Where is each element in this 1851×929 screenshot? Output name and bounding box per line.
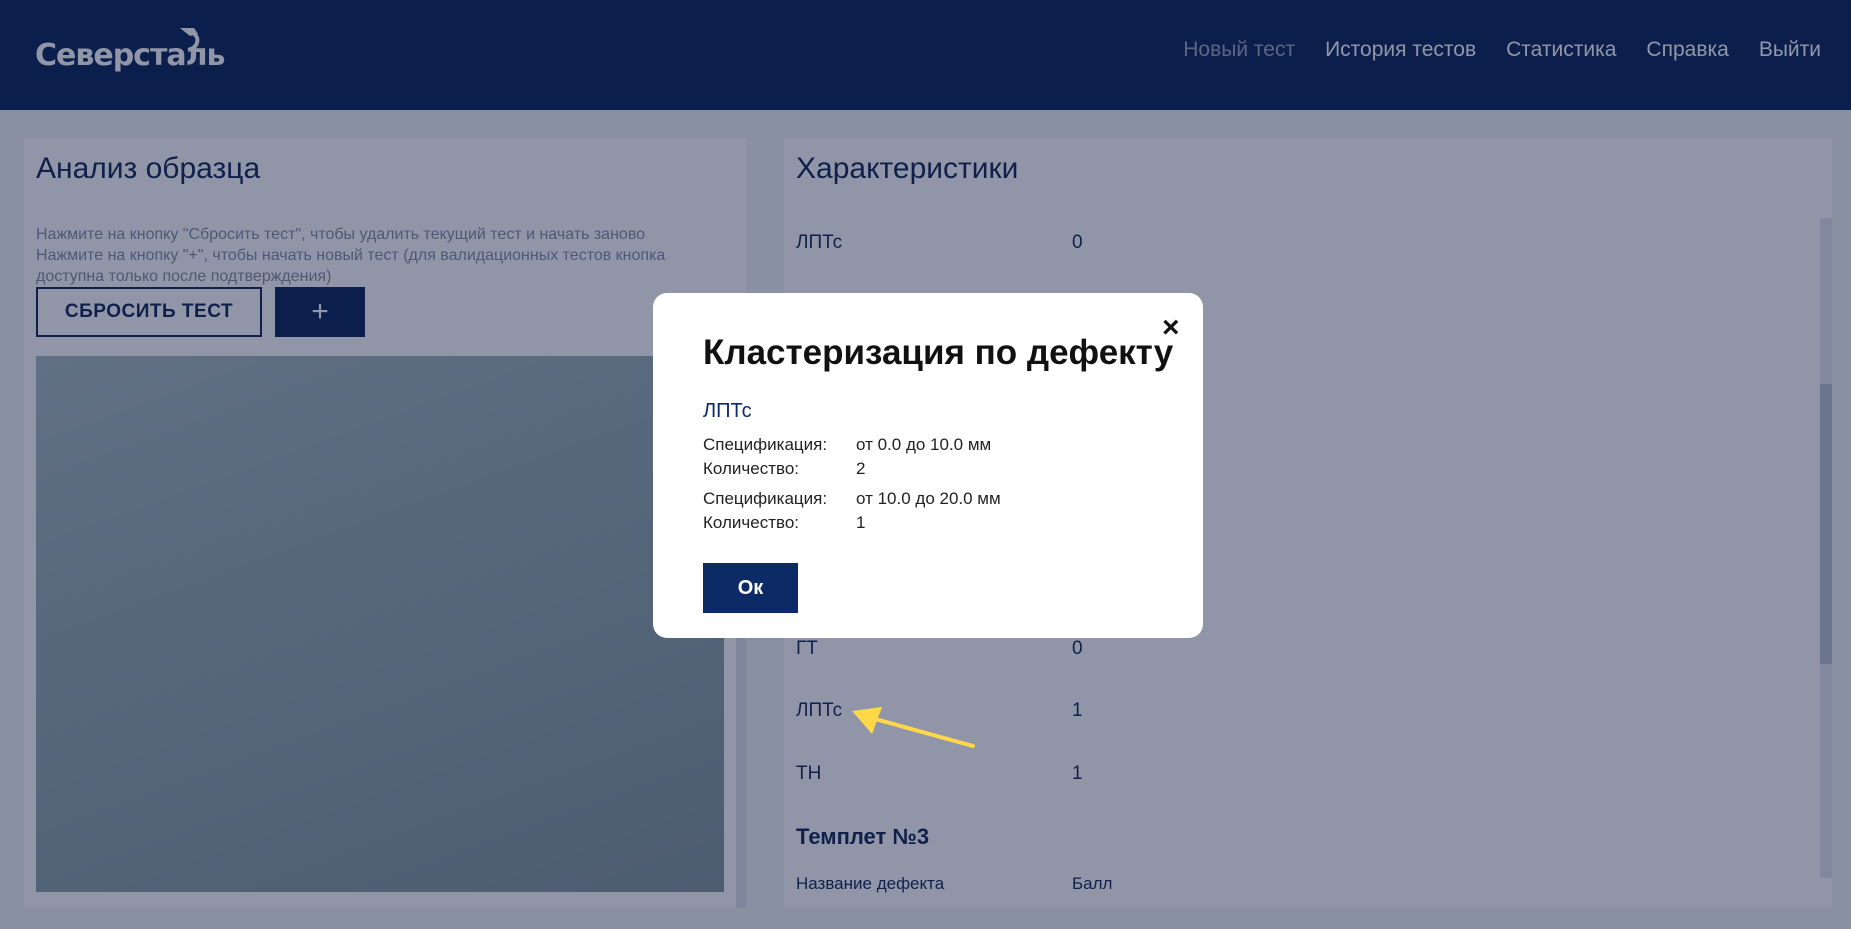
modal-title: Кластеризация по дефекту	[703, 333, 1174, 372]
clustering-modal: Кластеризация по дефекту × ЛПТс Специфик…	[653, 293, 1203, 638]
count-label: Количество:	[703, 513, 800, 532]
spec-label: Спецификация:	[703, 435, 828, 454]
spec-value: от 0.0 до 10.0 мм	[856, 435, 992, 454]
spec-value: от 10.0 до 20.0 мм	[856, 489, 1001, 508]
spec-label: Спецификация:	[703, 489, 828, 508]
ok-button[interactable]: Ок	[703, 563, 798, 613]
close-icon[interactable]: ×	[1162, 311, 1180, 345]
count-label: Количество:	[703, 459, 800, 478]
count-value: 1	[856, 513, 866, 532]
count-value: 2	[856, 459, 866, 478]
defect-name: ЛПТс	[703, 400, 752, 422]
